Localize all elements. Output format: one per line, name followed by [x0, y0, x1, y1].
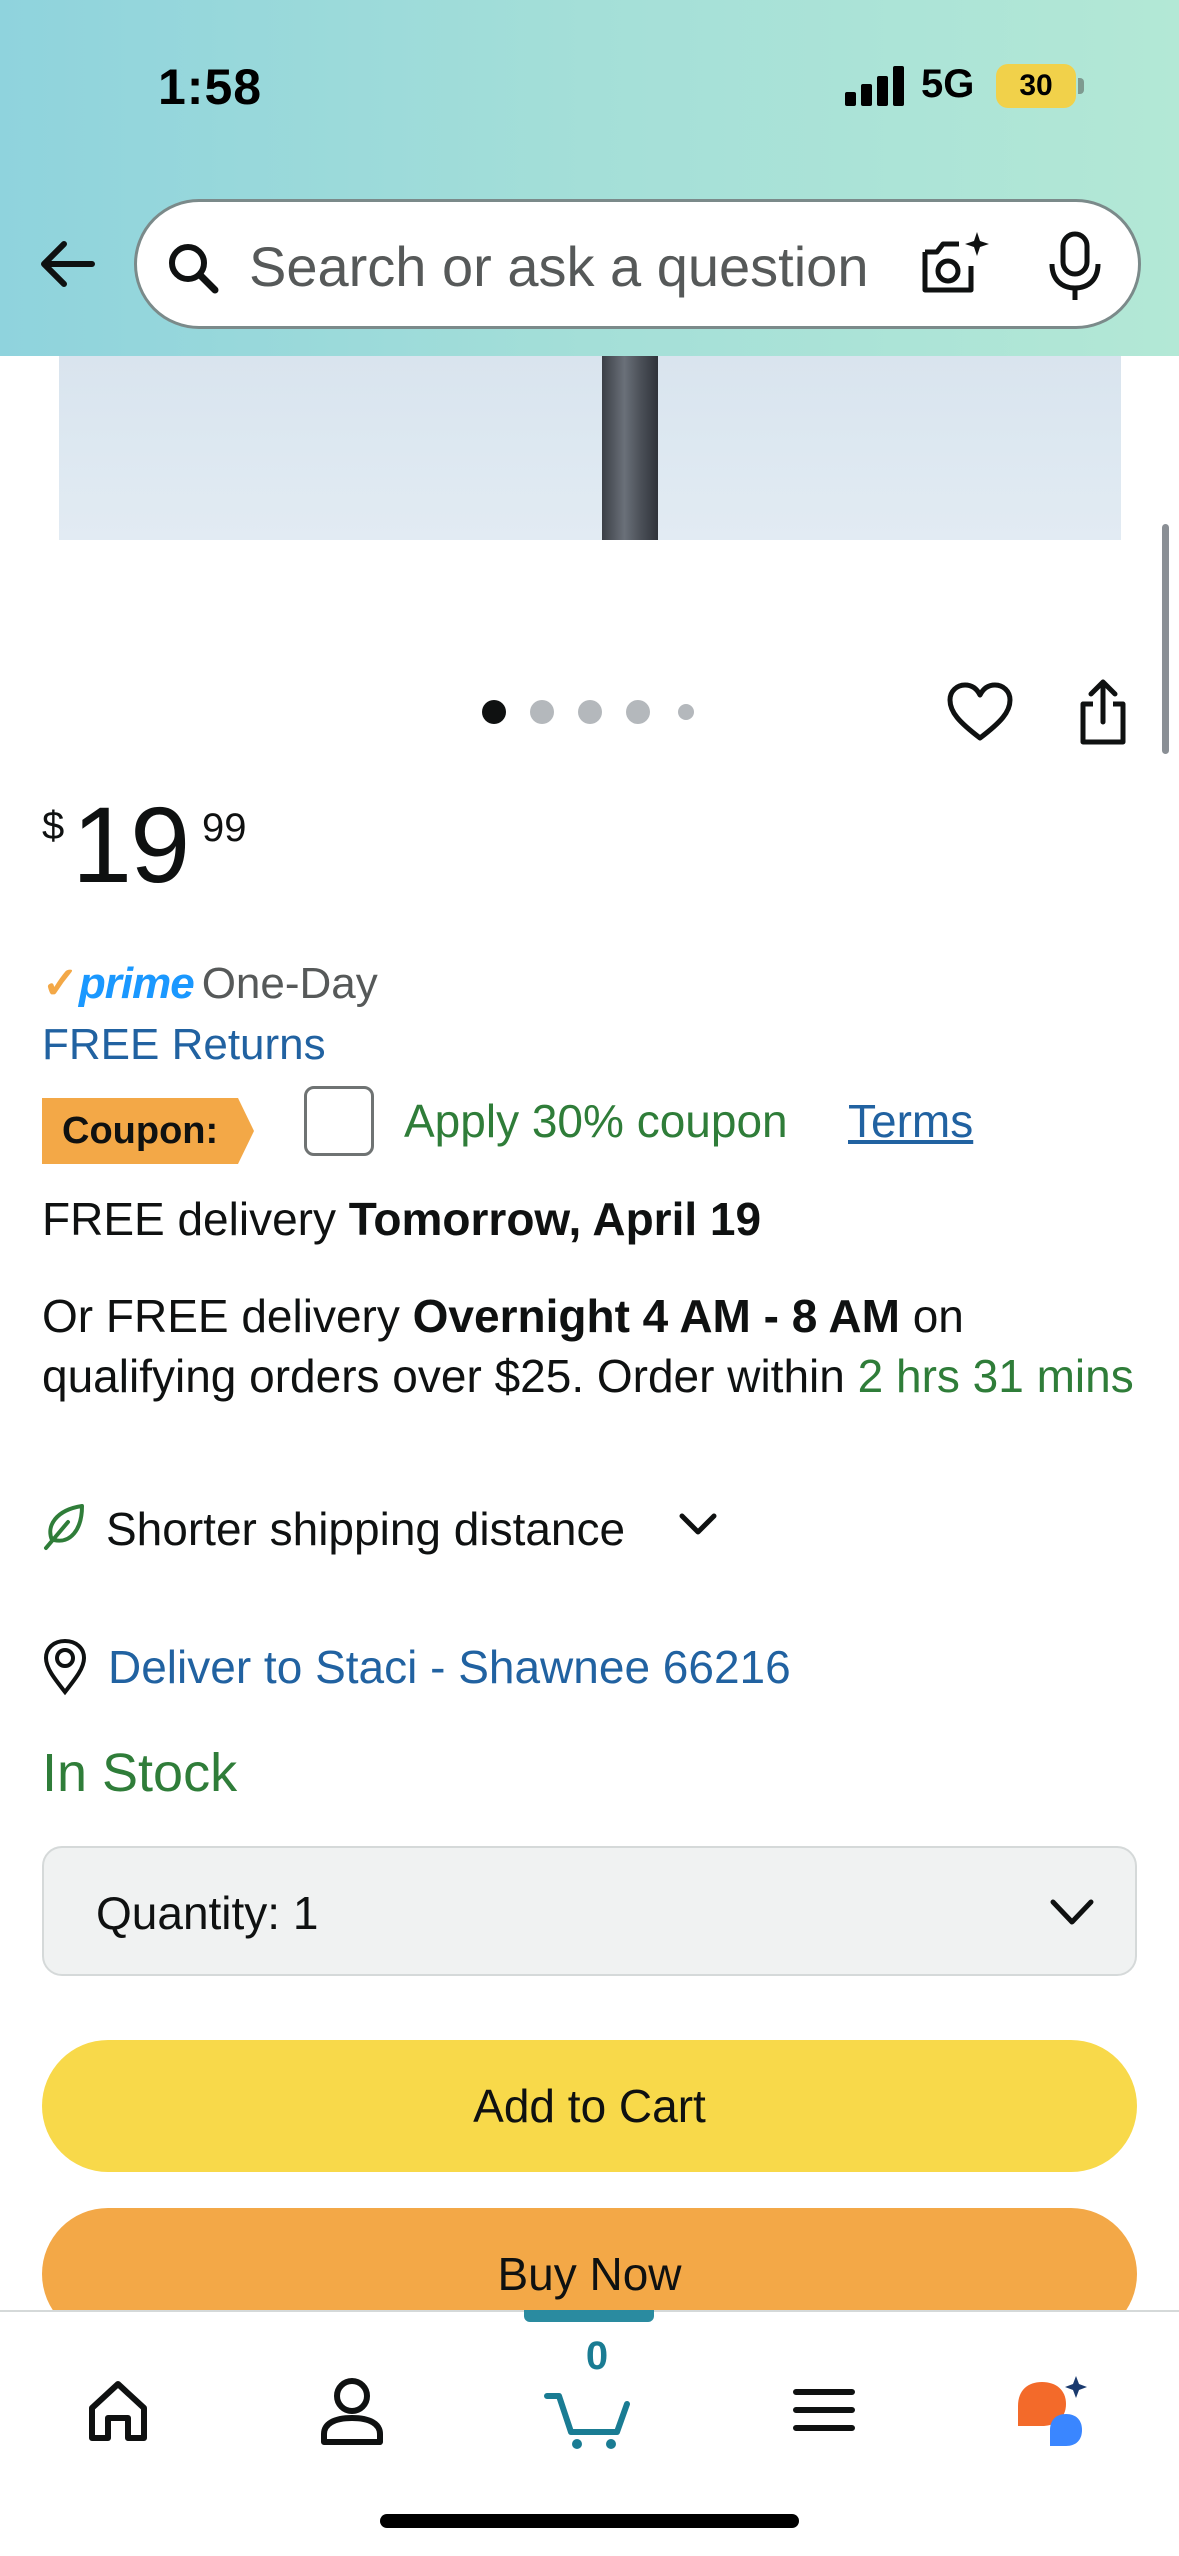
chevron-down-icon: [679, 1513, 717, 1535]
search-icon: [169, 244, 219, 294]
order-countdown: 2 hrs 31 mins: [857, 1350, 1134, 1402]
carousel-dot[interactable]: [530, 700, 554, 724]
heart-icon[interactable]: [945, 680, 1015, 744]
coupon-terms-link[interactable]: Terms: [848, 1094, 973, 1148]
chevron-down-icon: [1050, 1899, 1094, 1925]
home-indicator[interactable]: [380, 2514, 799, 2528]
scrollbar[interactable]: [1162, 524, 1169, 754]
prime-speed: One-Day: [201, 959, 378, 1008]
coupon-checkbox[interactable]: [304, 1086, 374, 1156]
stock-status: In Stock: [42, 1743, 238, 1803]
coupon-badge: Coupon:: [42, 1098, 254, 1164]
nav-active-indicator: [524, 2310, 654, 2322]
home-icon[interactable]: [76, 2368, 160, 2452]
menu-icon[interactable]: [782, 2368, 866, 2452]
carousel-dot-active[interactable]: [482, 700, 506, 724]
price-fraction: 99: [202, 806, 247, 850]
prime-logo: prime: [78, 959, 195, 1008]
quantity-value: 1: [292, 1887, 319, 1939]
cart-icon[interactable]: [543, 2368, 635, 2452]
back-arrow-icon[interactable]: [34, 232, 98, 296]
prime-badge: ✓prime One-Day: [42, 958, 378, 1018]
standard-delivery: FREE delivery Tomorrow, April 19: [42, 1192, 761, 1246]
prime-check-icon: ✓: [42, 959, 79, 1008]
status-time: 1:58: [158, 59, 263, 115]
free-returns-link[interactable]: FREE Returns: [42, 1020, 326, 1070]
share-icon[interactable]: [1071, 676, 1135, 748]
carousel-dot[interactable]: [626, 700, 650, 724]
coupon-label[interactable]: Apply 30% coupon: [404, 1094, 788, 1148]
battery-icon: 30: [996, 64, 1084, 108]
quantity-label: Quantity: 1: [96, 1887, 319, 1939]
overnight-window: Overnight 4 AM - 8 AM: [412, 1290, 900, 1342]
price-currency: $: [42, 804, 65, 848]
price-whole: 19: [72, 784, 190, 905]
overnight-prefix: Or FREE delivery: [42, 1290, 413, 1342]
network-type: 5G: [921, 62, 975, 106]
standard-delivery-date: Tomorrow, April 19: [348, 1193, 762, 1245]
cellular-signal-icon: [845, 66, 905, 106]
carousel-dot[interactable]: [678, 704, 694, 720]
carousel-dot[interactable]: [578, 700, 602, 724]
deliver-to-link[interactable]: Deliver to Staci - Shawnee 66216: [108, 1640, 791, 1694]
location-pin-icon: [43, 1638, 87, 1696]
microphone-icon[interactable]: [1042, 230, 1108, 304]
rufus-assistant-icon[interactable]: [1010, 2368, 1094, 2452]
product-image-pole: [602, 356, 658, 540]
account-icon[interactable]: [310, 2368, 394, 2452]
search-input[interactable]: [249, 226, 999, 306]
product-image[interactable]: [59, 356, 1121, 540]
add-to-cart-button[interactable]: Add to Cart: [42, 2040, 1137, 2172]
app-header: 1:58 5G 30: [0, 0, 1179, 356]
standard-delivery-prefix: FREE delivery: [42, 1193, 349, 1245]
leaf-icon: [44, 1504, 84, 1550]
camera-search-icon[interactable]: [915, 226, 995, 306]
shipping-distance-label: Shorter shipping distance: [106, 1503, 626, 1555]
cart-count-badge: 0: [585, 2334, 609, 2378]
quantity-select[interactable]: Quantity: 1: [42, 1846, 1137, 1976]
overnight-delivery: Or FREE delivery Overnight 4 AM - 8 AM o…: [42, 1286, 1142, 1406]
search-bar[interactable]: [134, 199, 1141, 329]
